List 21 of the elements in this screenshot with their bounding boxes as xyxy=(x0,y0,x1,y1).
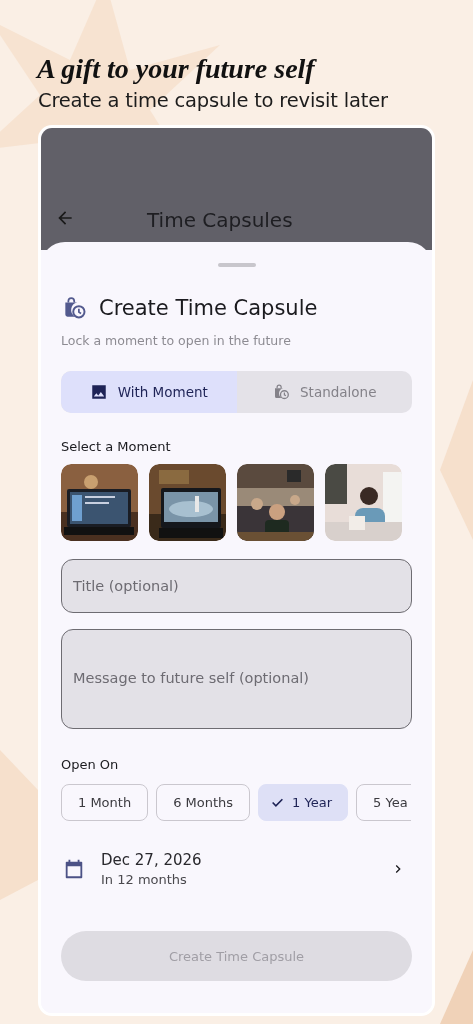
duration-chip[interactable]: 1 Year xyxy=(258,784,348,821)
title-input[interactable]: Title (optional) xyxy=(61,559,412,613)
app-bar-title: Time Capsules xyxy=(147,208,293,232)
headline: A gift to your future self xyxy=(37,52,318,86)
relative-time: In 12 months xyxy=(101,872,188,887)
message-input[interactable]: Message to future self (optional) xyxy=(61,629,412,729)
subheadline: Create a time capsule to revisit later xyxy=(38,88,389,114)
check-icon xyxy=(271,796,285,809)
image-icon xyxy=(89,383,108,401)
sheet-title: Create Time Capsule xyxy=(99,296,318,320)
duration-chip[interactable]: 5 Yea xyxy=(356,784,411,821)
open-date[interactable]: Dec 27, 2026 xyxy=(101,851,374,869)
calendar-icon xyxy=(63,858,85,880)
duration-chip[interactable]: 1 Month xyxy=(61,784,149,821)
lock-clock-icon xyxy=(272,383,291,401)
sheet-subtitle: Lock a moment to open in the future xyxy=(61,333,292,348)
drag-handle[interactable] xyxy=(217,263,256,267)
section-label: Open On xyxy=(61,757,120,772)
mode-tab[interactable]: With Moment xyxy=(61,371,237,413)
duration-chip[interactable]: 6 Months xyxy=(156,784,251,821)
section-label: Select a Moment xyxy=(61,439,172,454)
